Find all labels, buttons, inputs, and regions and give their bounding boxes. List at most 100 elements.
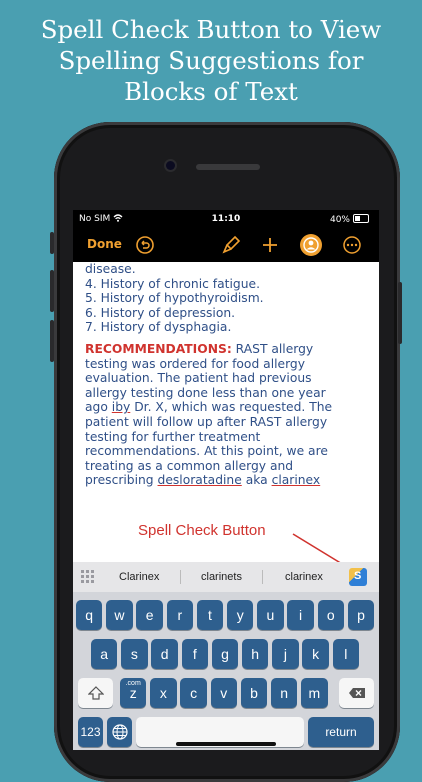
key-y[interactable]: y bbox=[227, 600, 254, 630]
suggestion-divider bbox=[262, 570, 263, 584]
screen: No SIM 11:10 40% Done disease. 4. Histor… bbox=[73, 210, 379, 750]
status-bar: No SIM 11:10 40% bbox=[73, 210, 379, 230]
key-label: g bbox=[221, 646, 229, 662]
key-l[interactable]: l bbox=[332, 639, 359, 669]
doc-line: 5. History of hypothyroidism. bbox=[85, 291, 264, 306]
document-body[interactable]: disease. 4. History of chronic fatigue. … bbox=[85, 262, 375, 552]
return-key[interactable]: return bbox=[308, 717, 374, 747]
doc-text: ago bbox=[85, 400, 112, 415]
key-label: i bbox=[299, 607, 303, 623]
toolbar: Done bbox=[73, 230, 379, 262]
done-button[interactable]: Done bbox=[87, 237, 122, 251]
key-label: l bbox=[344, 646, 348, 662]
paintbrush-icon[interactable] bbox=[221, 235, 241, 255]
key-i[interactable]: i bbox=[287, 600, 314, 630]
key-p[interactable]: p bbox=[347, 600, 375, 630]
key-v[interactable]: v bbox=[210, 678, 237, 708]
key-h[interactable]: h bbox=[242, 639, 269, 669]
key-b[interactable]: b bbox=[240, 678, 268, 708]
key-label: a bbox=[100, 646, 109, 662]
key-j[interactable]: j bbox=[272, 639, 299, 669]
headline-line-2: Spelling Suggestions for bbox=[58, 46, 364, 75]
key-c[interactable]: c bbox=[180, 678, 207, 708]
misspelled-word[interactable]: clarinex bbox=[272, 473, 321, 487]
key-m[interactable]: m bbox=[301, 678, 328, 708]
key-t[interactable]: t bbox=[196, 600, 224, 630]
collaborate-avatar-icon[interactable] bbox=[300, 234, 322, 256]
key-label: o bbox=[326, 607, 335, 623]
doc-text: aka bbox=[241, 473, 272, 488]
headline-line-3: Blocks of Text bbox=[124, 77, 298, 106]
key-label: t bbox=[208, 607, 212, 623]
suggestion-item[interactable]: Clarinex bbox=[119, 571, 159, 583]
key-r[interactable]: r bbox=[166, 600, 193, 630]
key-d[interactable]: d bbox=[151, 639, 178, 669]
doc-line: disease. bbox=[85, 262, 136, 276]
doc-line: recommendations. At this point, we are bbox=[85, 444, 328, 459]
more-options-icon[interactable] bbox=[342, 235, 362, 255]
key-o[interactable]: o bbox=[317, 600, 344, 630]
keyboard-grid-icon[interactable] bbox=[81, 570, 94, 583]
doc-line: 7. History of dysphagia. bbox=[85, 320, 232, 335]
key-label: h bbox=[251, 646, 260, 662]
key-label: f bbox=[192, 646, 197, 662]
misspelled-word[interactable]: desloratadine bbox=[158, 473, 242, 487]
doc-line: 4. History of chronic fatigue. bbox=[85, 276, 260, 291]
doc-line: testing was ordered for food allergy bbox=[85, 356, 306, 371]
key-label: s bbox=[130, 646, 138, 662]
add-icon[interactable] bbox=[260, 235, 280, 255]
globe-icon bbox=[111, 724, 128, 740]
doc-line: testing for further treatment bbox=[85, 429, 261, 444]
battery-icon bbox=[353, 214, 369, 223]
backspace-icon bbox=[348, 688, 365, 698]
doc-text: Dr. X, which was requested. The bbox=[130, 400, 333, 415]
key-label: w bbox=[114, 607, 125, 623]
suggestion-item[interactable]: clarinets bbox=[201, 571, 242, 583]
doc-line: prescribing desloratadine aka clarinex bbox=[85, 473, 375, 488]
undo-icon[interactable] bbox=[135, 235, 155, 255]
spell-check-button[interactable]: S bbox=[349, 568, 367, 586]
key-label: x bbox=[159, 685, 167, 701]
key-label: m bbox=[308, 685, 321, 701]
key-n[interactable]: n bbox=[271, 678, 298, 708]
key-f[interactable]: f bbox=[181, 639, 208, 669]
globe-key[interactable] bbox=[107, 717, 132, 747]
spell-check-label: S bbox=[354, 570, 362, 582]
key-label: p bbox=[357, 607, 365, 623]
shift-icon bbox=[87, 686, 104, 700]
key-label: d bbox=[160, 646, 169, 662]
suggestion-bar: Clarinex clarinets clarinex S bbox=[73, 562, 379, 592]
key-x[interactable]: x bbox=[150, 678, 177, 708]
phone-volume-down bbox=[50, 320, 54, 362]
headline-line-1: Spell Check Button to View bbox=[40, 15, 382, 44]
key-s[interactable]: s bbox=[121, 639, 148, 669]
suggestion-item[interactable]: clarinex bbox=[285, 571, 323, 583]
key-label: r bbox=[177, 607, 183, 623]
headline: Spell Check Button to View Spelling Sugg… bbox=[0, 14, 422, 107]
battery-status: 40% bbox=[330, 214, 369, 225]
shift-key[interactable] bbox=[78, 678, 113, 708]
doc-line: allergy testing done less than one year bbox=[85, 385, 326, 400]
misspelled-word[interactable]: iby bbox=[112, 400, 131, 414]
key-q[interactable]: q bbox=[76, 600, 103, 630]
key-g[interactable]: g bbox=[211, 639, 239, 669]
key-label: c bbox=[190, 685, 198, 701]
doc-line: treating as a common allergy and bbox=[85, 458, 294, 473]
key-a[interactable]: a bbox=[91, 639, 118, 669]
suggestion-divider bbox=[180, 570, 181, 584]
key-k[interactable]: k bbox=[302, 639, 329, 669]
numbers-key[interactable]: 123 bbox=[78, 717, 103, 747]
key-e[interactable]: e bbox=[136, 600, 163, 630]
key-u[interactable]: u bbox=[257, 600, 284, 630]
phone-silent-switch bbox=[50, 232, 54, 254]
doc-line: evaluation. The patient had previous bbox=[85, 371, 312, 386]
key-label: u bbox=[266, 607, 275, 623]
key-w[interactable]: w bbox=[106, 600, 133, 630]
delete-key[interactable] bbox=[339, 678, 374, 708]
doc-line: patient will follow up after RAST allerg… bbox=[85, 414, 328, 429]
dotcom-hint: .com bbox=[125, 680, 141, 687]
doc-text: prescribing bbox=[85, 473, 158, 488]
key-label: y bbox=[236, 607, 244, 623]
key-z[interactable]: z .com bbox=[120, 678, 147, 708]
key-label: e bbox=[145, 607, 154, 623]
